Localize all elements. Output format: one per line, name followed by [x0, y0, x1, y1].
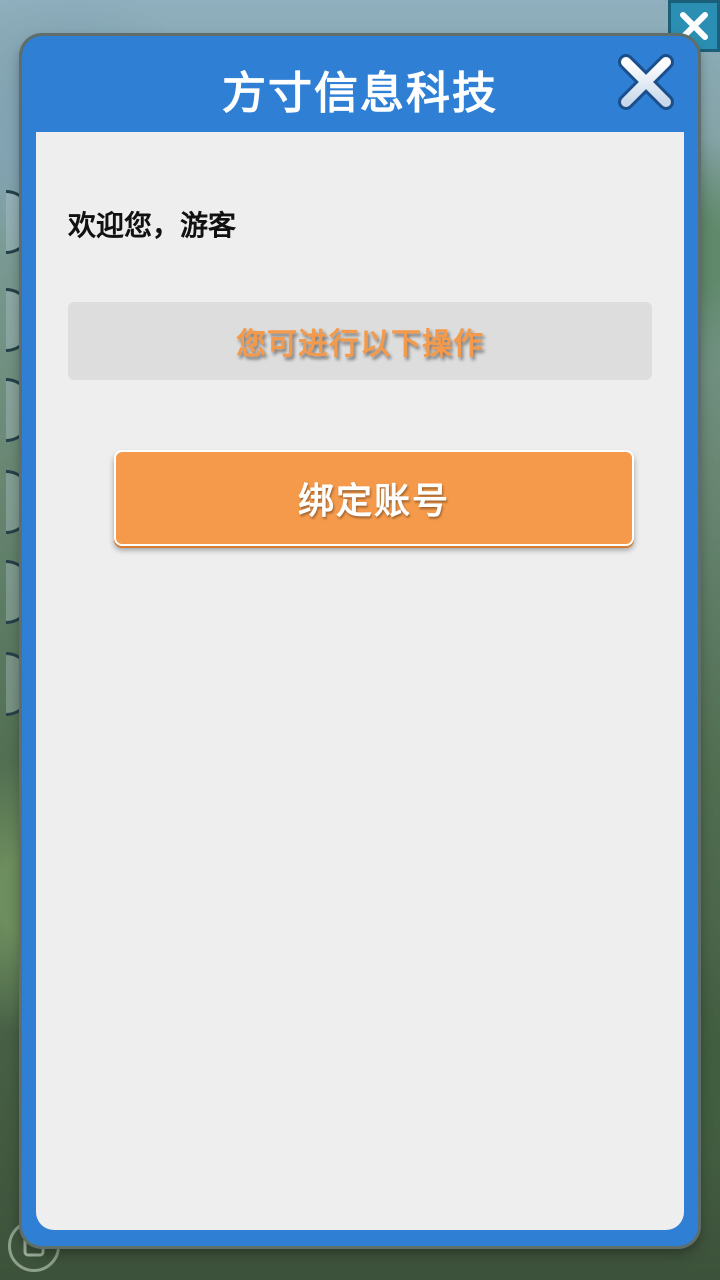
bind-account-button[interactable]: 绑定账号	[114, 450, 634, 546]
account-dialog: 方寸信息科技 欢迎您，游客 您可进行以下操作 绑定账号	[22, 36, 698, 1246]
bind-account-label: 绑定账号	[297, 481, 450, 522]
operations-banner: 您可进行以下操作	[68, 302, 652, 380]
close-button[interactable]	[614, 50, 678, 114]
operations-hint: 您可进行以下操作	[236, 327, 484, 362]
welcome-text: 欢迎您，游客	[68, 209, 237, 242]
dialog-header: 方寸信息科技	[22, 36, 698, 132]
close-x-icon	[618, 54, 674, 110]
dialog-title: 方寸信息科技	[222, 68, 498, 119]
dialog-body: 欢迎您，游客 您可进行以下操作 绑定账号	[36, 132, 684, 1230]
